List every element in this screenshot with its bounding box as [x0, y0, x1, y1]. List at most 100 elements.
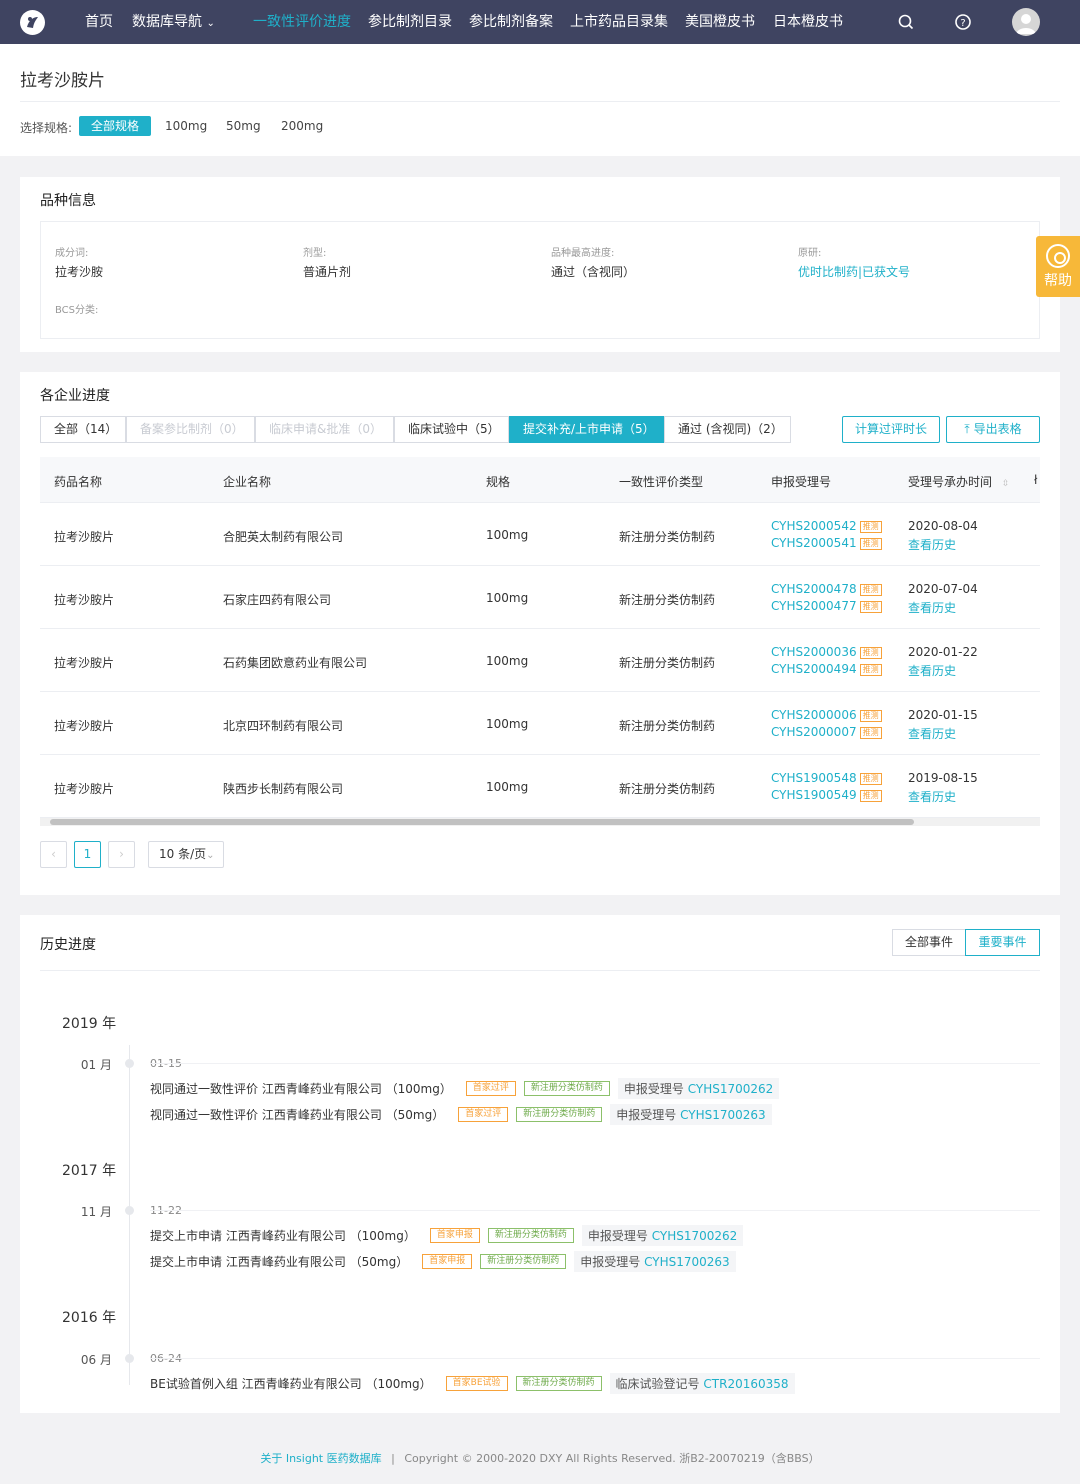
footer-separator: |	[391, 1452, 395, 1465]
history-progress-card: 历史进度 全部事件 重要事件 2019 年 01 月 01-15 视同通过一致性…	[20, 915, 1060, 1413]
estimate-tag: 推测	[859, 773, 882, 785]
nav-item-label: 数据库导航	[132, 14, 202, 30]
estimate-tag: 推测	[859, 601, 882, 613]
nav-item-us-orange-book[interactable]: 美国橙皮书	[685, 0, 755, 44]
view-history-link[interactable]: 查看历史	[908, 536, 956, 553]
help-button[interactable]: 帮助	[1036, 236, 1080, 297]
table-row: 拉考沙胺片 石药集团欧意药业有限公司 100mg 新注册分类仿制药 CYHS20…	[40, 629, 1040, 692]
logo-icon[interactable]	[20, 10, 45, 35]
cell-type: 新注册分类仿制药	[619, 719, 716, 733]
nav-item-database-navigation[interactable]: 数据库导航 ⌄	[132, 0, 215, 44]
timeline-dot	[125, 1059, 134, 1068]
form-label: 剂型:	[303, 248, 327, 259]
tab-reference-filing[interactable]: 备案参比制剂（0）	[126, 416, 255, 443]
view-history-link[interactable]: 查看历史	[908, 788, 956, 805]
reference-value-link[interactable]: CYHS1700263	[680, 1108, 766, 1122]
spec-option-all[interactable]: 全部规格	[79, 116, 152, 136]
reference-value-link[interactable]: CYHS1700263	[644, 1255, 730, 1269]
cell-accept-date: 2020-01-15	[908, 708, 978, 722]
application-no: CYHS2000007	[771, 725, 857, 739]
user-avatar[interactable]	[1012, 8, 1040, 36]
horizontal-scrollbar[interactable]	[40, 818, 1040, 826]
nav-item-reference-filing[interactable]: 参比制剂备案	[469, 0, 553, 44]
reference-label: 申报受理号	[587, 1229, 648, 1243]
application-no-link[interactable]: CYHS2000542 推测	[771, 519, 882, 533]
page-number-button[interactable]: 1	[74, 841, 101, 868]
event-reference: 申报受理号 CYHS1700262	[581, 1225, 744, 1246]
column-label: 受理号承办时间	[908, 475, 993, 489]
application-no-link[interactable]: CYHS1900549 推测	[771, 788, 882, 802]
cell-drug: 拉考沙胺片	[54, 782, 115, 796]
cell-drug: 拉考沙胺片	[54, 656, 115, 670]
export-table-button[interactable]: ⤒ 导出表格	[946, 416, 1040, 443]
event-tag-category: 新注册分类仿制药	[516, 1107, 603, 1122]
timeline-event: 视同通过一致性评价 江西青峰药业有限公司 （100mg） 首家过评 新注册分类仿…	[150, 1078, 780, 1099]
view-history-link[interactable]: 查看历史	[908, 599, 956, 616]
timeline-month: 01 月	[80, 1058, 112, 1072]
event-tag-category: 新注册分类仿制药	[515, 1376, 602, 1391]
timeline-event: 提交上市申请 江西青峰药业有限公司 （100mg） 首家申报 新注册分类仿制药 …	[150, 1225, 744, 1246]
table-row: 拉考沙胺片 陕西步长制药有限公司 100mg 新注册分类仿制药 CYHS1900…	[40, 755, 1040, 818]
question-icon[interactable]: ?	[954, 13, 972, 31]
view-history-link[interactable]: 查看历史	[908, 662, 956, 679]
tab-passed[interactable]: 通过 (含视同)（2）	[664, 416, 791, 443]
column-header-application-no: 申报受理号	[771, 475, 832, 489]
nav-item-home[interactable]: 首页	[85, 0, 113, 44]
application-no: CYHS2000542	[771, 519, 857, 533]
application-no-link[interactable]: CYHS2000477 推测	[771, 599, 882, 613]
spec-option-100mg[interactable]: 100mg	[153, 116, 219, 136]
progress-value: 通过（含视同）	[551, 265, 636, 279]
prev-page-button[interactable]: ‹	[40, 841, 67, 868]
copyright-text: Copyright © 2000-2020 DXY All Rights Res…	[404, 1452, 820, 1465]
all-events-button[interactable]: 全部事件	[892, 929, 966, 956]
tab-clinical-application[interactable]: 临床申请&批准（0）	[255, 416, 394, 443]
tab-clinical-trial[interactable]: 临床试验中（5）	[394, 416, 509, 443]
scrollbar-thumb[interactable]	[50, 819, 914, 825]
help-icon	[1046, 244, 1070, 268]
tab-all[interactable]: 全部（14）	[40, 416, 126, 443]
application-no-link[interactable]: CYHS2000036 推测	[771, 645, 882, 659]
event-tag-first: 首家申报	[422, 1254, 473, 1269]
application-no-link[interactable]: CYHS2000494 推测	[771, 662, 882, 676]
event-tag-category: 新注册分类仿制药	[487, 1228, 574, 1243]
nav-item-reference-catalog[interactable]: 参比制剂目录	[368, 0, 452, 44]
tab-submitted-application[interactable]: 提交补充/上市申请（5）	[509, 416, 664, 443]
timeline-year: 2017 年	[62, 1163, 117, 1179]
page-size-select[interactable]: 10 条/页⌄	[148, 841, 224, 868]
spec-option-200mg[interactable]: 200mg	[269, 116, 335, 136]
important-events-button[interactable]: 重要事件	[965, 929, 1040, 956]
nav-item-consistency-progress[interactable]: 一致性评价进度	[253, 0, 351, 44]
application-no-link[interactable]: CYHS2000478 推测	[771, 582, 882, 596]
application-no: CYHS2000478	[771, 582, 857, 596]
search-icon[interactable]	[897, 13, 915, 31]
calc-duration-button[interactable]: 计算过评时长	[842, 416, 940, 443]
sort-icon[interactable]: ⇳	[1002, 479, 1010, 489]
application-no-link[interactable]: CYHS2000006 推测	[771, 708, 882, 722]
about-link[interactable]: 关于 Insight 医药数据库	[260, 1452, 381, 1465]
reference-value-link[interactable]: CYHS1700262	[688, 1082, 774, 1096]
cell-company: 石药集团欧意药业有限公司	[223, 656, 368, 670]
table-row: 拉考沙胺片 合肥英太制药有限公司 100mg 新注册分类仿制药 CYHS2000…	[40, 503, 1040, 566]
column-header-company: 企业名称	[223, 475, 272, 489]
reference-value-link[interactable]: CTR20160358	[703, 1377, 788, 1391]
reference-value-link[interactable]: CYHS1700262	[652, 1229, 738, 1243]
application-no-link[interactable]: CYHS2000541 推测	[771, 536, 882, 550]
spec-option-50mg[interactable]: 50mg	[214, 116, 273, 136]
application-no: CYHS2000477	[771, 599, 857, 613]
estimate-tag: 推测	[859, 538, 882, 550]
estimate-tag: 推测	[859, 584, 882, 596]
application-no: CYHS1900548	[771, 771, 857, 785]
view-history-link[interactable]: 查看历史	[908, 725, 956, 742]
application-no-link[interactable]: CYHS2000007 推测	[771, 725, 882, 739]
column-header-accept-time[interactable]: 受理号承办时间 ⇳	[908, 473, 1009, 490]
nav-item-listed-drugs[interactable]: 上市药品目录集	[570, 0, 668, 44]
chevron-down-icon: ⌄	[206, 18, 215, 29]
event-tag-first: 首家过评	[458, 1107, 509, 1122]
application-no-link[interactable]: CYHS1900548 推测	[771, 771, 882, 785]
nav-item-japan-orange-book[interactable]: 日本橙皮书	[773, 0, 843, 44]
next-page-button[interactable]: ›	[108, 841, 135, 868]
cell-type: 新注册分类仿制药	[619, 593, 716, 607]
cell-spec: 100mg	[486, 717, 529, 731]
original-link[interactable]: 优时比制药|已获文号	[798, 263, 910, 280]
application-no: CYHS2000541	[771, 536, 857, 550]
